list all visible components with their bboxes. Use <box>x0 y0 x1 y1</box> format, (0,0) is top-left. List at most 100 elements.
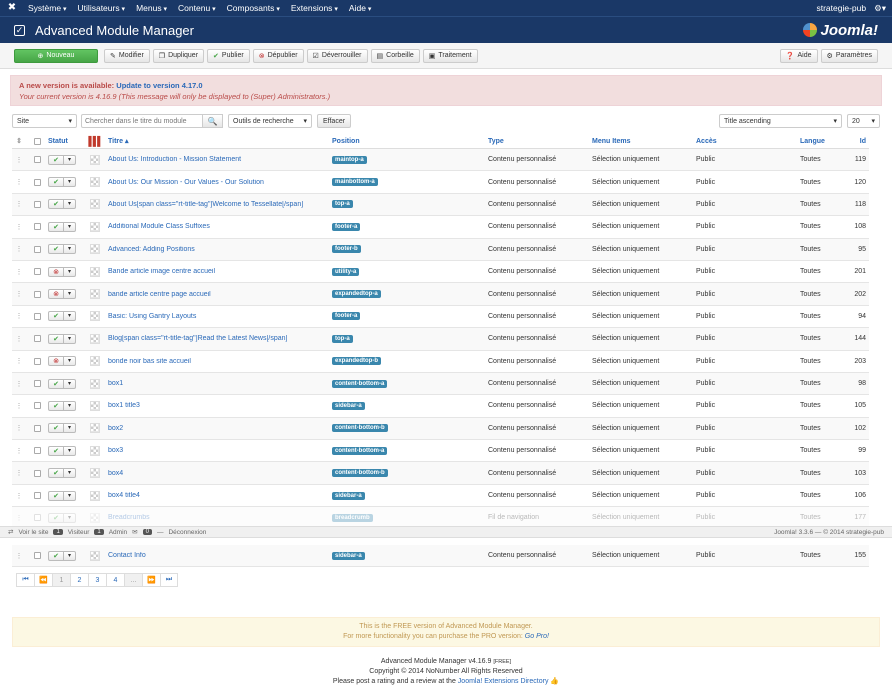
row-title-link[interactable]: About Us[span class="rt-title-tag"]Welco… <box>106 201 332 208</box>
chevron-down-icon[interactable]: ▾ <box>64 514 75 522</box>
drag-handle-icon[interactable]: ⋮ <box>12 380 26 388</box>
status-toggle[interactable]: ✔ ▾ <box>48 221 76 232</box>
row-checkbox[interactable] <box>33 402 41 410</box>
page-4[interactable]: 4 <box>106 573 124 587</box>
ordering-sort-icon[interactable]: ⇕ <box>12 137 26 145</box>
duplicate-button[interactable]: ❐ Dupliquer <box>152 48 205 63</box>
published-icon[interactable]: ✔ <box>49 424 64 433</box>
row-checkbox[interactable] <box>33 380 41 388</box>
trash-button[interactable]: ▤ Corbeille <box>370 48 420 63</box>
status-toggle[interactable]: ✔ ▾ <box>48 378 76 389</box>
drag-handle-icon[interactable]: ⋮ <box>12 223 26 231</box>
drag-handle-icon[interactable]: ⋮ <box>12 514 26 522</box>
next-page-button[interactable]: ⏩ <box>142 573 160 587</box>
published-icon[interactable]: ✔ <box>49 245 64 254</box>
gear-icon[interactable]: ⚙▾ <box>874 3 886 14</box>
unpublish-button[interactable]: ⊗ Dépublier <box>252 48 304 63</box>
unpublished-icon[interactable]: ⊗ <box>49 290 64 299</box>
page-2[interactable]: 2 <box>70 573 88 587</box>
drag-handle-icon[interactable]: ⋮ <box>12 424 26 432</box>
drag-handle-icon[interactable]: ⋮ <box>12 290 26 298</box>
status-toggle[interactable]: ✔ ▾ <box>48 468 76 479</box>
help-button[interactable]: ❓ Aide <box>779 48 818 63</box>
col-position[interactable]: Position <box>332 138 488 145</box>
chevron-down-icon[interactable]: ▾ <box>64 156 75 164</box>
col-title[interactable]: Titre ▴ <box>106 137 332 145</box>
row-checkbox[interactable] <box>33 156 41 164</box>
drag-handle-icon[interactable]: ⋮ <box>12 156 26 164</box>
row-title-link[interactable]: Advanced: Adding Positions <box>106 246 332 253</box>
status-toggle[interactable]: ✔ ▾ <box>48 550 76 561</box>
row-checkbox[interactable] <box>33 424 41 432</box>
last-page-button[interactable]: ⏭ <box>160 573 178 587</box>
status-toggle[interactable]: ✔ ▾ <box>48 400 76 411</box>
chevron-down-icon[interactable]: ▾ <box>64 492 75 500</box>
row-checkbox[interactable] <box>33 245 41 253</box>
chevron-down-icon[interactable]: ▾ <box>64 312 75 320</box>
published-icon[interactable]: ✔ <box>49 551 64 560</box>
sort-select[interactable]: Title ascending <box>719 114 842 128</box>
row-title-link[interactable]: Contact Info <box>106 552 332 559</box>
row-title-link[interactable]: Breadcrumbs <box>106 514 332 521</box>
status-toggle[interactable]: ✔ ▾ <box>48 244 76 255</box>
chevron-down-icon[interactable]: ▾ <box>64 245 75 253</box>
menu-system[interactable]: Système <box>28 3 67 13</box>
edit-button[interactable]: ✎ Modifier <box>104 48 150 63</box>
row-checkbox[interactable] <box>33 357 41 365</box>
chevron-down-icon[interactable]: ▾ <box>64 357 75 365</box>
row-checkbox[interactable] <box>33 312 41 320</box>
chevron-down-icon[interactable]: ▾ <box>64 268 75 276</box>
published-icon[interactable]: ✔ <box>49 469 64 478</box>
published-icon[interactable]: ✔ <box>49 334 64 343</box>
first-page-button[interactable]: ⏮ <box>16 573 34 587</box>
batch-button[interactable]: ▣ Traitement <box>422 48 478 63</box>
drag-handle-icon[interactable]: ⋮ <box>12 200 26 208</box>
drag-handle-icon[interactable]: ⋮ <box>12 178 26 186</box>
row-title-link[interactable]: box3 <box>106 447 332 454</box>
row-checkbox[interactable] <box>33 200 41 208</box>
status-toggle[interactable]: ✔ ▾ <box>48 177 76 188</box>
col-type[interactable]: Type <box>488 138 592 145</box>
chevron-down-icon[interactable]: ▾ <box>64 402 75 410</box>
published-icon[interactable]: ✔ <box>49 491 64 500</box>
menu-users[interactable]: Utilisateurs <box>78 3 126 13</box>
status-toggle[interactable]: ⊗ ▾ <box>48 289 76 300</box>
row-checkbox[interactable] <box>33 223 41 231</box>
clear-button[interactable]: Effacer <box>317 114 352 128</box>
publish-button[interactable]: ✔ Publier <box>207 48 250 63</box>
search-tools-button[interactable]: Outils de recherche <box>228 114 312 128</box>
row-checkbox[interactable] <box>33 469 41 477</box>
row-title-link[interactable]: box2 <box>106 425 332 432</box>
published-icon[interactable]: ✔ <box>49 178 64 187</box>
row-title-link[interactable]: Blog[span class="rt-title-tag"]Read the … <box>106 335 332 342</box>
row-title-link[interactable]: bande article centre page accueil <box>106 291 332 298</box>
prev-page-button[interactable]: ⏪ <box>34 573 52 587</box>
unpublished-icon[interactable]: ⊗ <box>49 357 64 366</box>
col-access[interactable]: Accès <box>696 138 800 145</box>
row-checkbox[interactable] <box>33 552 41 560</box>
col-id[interactable]: Id <box>842 138 868 145</box>
published-icon[interactable]: ✔ <box>49 513 64 522</box>
status-toggle[interactable]: ✔ ▾ <box>48 512 76 523</box>
go-pro-link[interactable]: Go Pro! <box>525 633 549 640</box>
unlock-button[interactable]: ☑ Déverrouiller <box>306 48 368 63</box>
col-menu-items[interactable]: Menu Items <box>592 138 696 145</box>
status-toggle[interactable]: ✔ ▾ <box>48 154 76 165</box>
chevron-down-icon[interactable]: ▾ <box>64 200 75 208</box>
options-button[interactable]: ⚙ Paramètres <box>820 48 878 63</box>
update-link[interactable]: Update to version 4.17.0 <box>116 81 202 90</box>
published-icon[interactable]: ✔ <box>49 200 64 209</box>
row-title-link[interactable]: About Us: Introduction - Mission Stateme… <box>106 156 332 163</box>
status-toggle[interactable]: ✔ ▾ <box>48 311 76 322</box>
check-all-checkbox[interactable] <box>33 137 41 145</box>
status-toggle[interactable]: ✔ ▾ <box>48 423 76 434</box>
user-name-link[interactable]: strategie-pub <box>816 3 866 13</box>
chevron-down-icon[interactable]: ▾ <box>64 178 75 186</box>
unpublished-icon[interactable]: ⊗ <box>49 267 64 276</box>
chevron-down-icon[interactable]: ▾ <box>64 447 75 455</box>
search-button[interactable]: 🔍 <box>203 114 223 128</box>
status-toggle[interactable]: ✔ ▾ <box>48 445 76 456</box>
drag-handle-icon[interactable]: ⋮ <box>12 469 26 477</box>
page-3[interactable]: 3 <box>88 573 106 587</box>
drag-handle-icon[interactable]: ⋮ <box>12 245 26 253</box>
